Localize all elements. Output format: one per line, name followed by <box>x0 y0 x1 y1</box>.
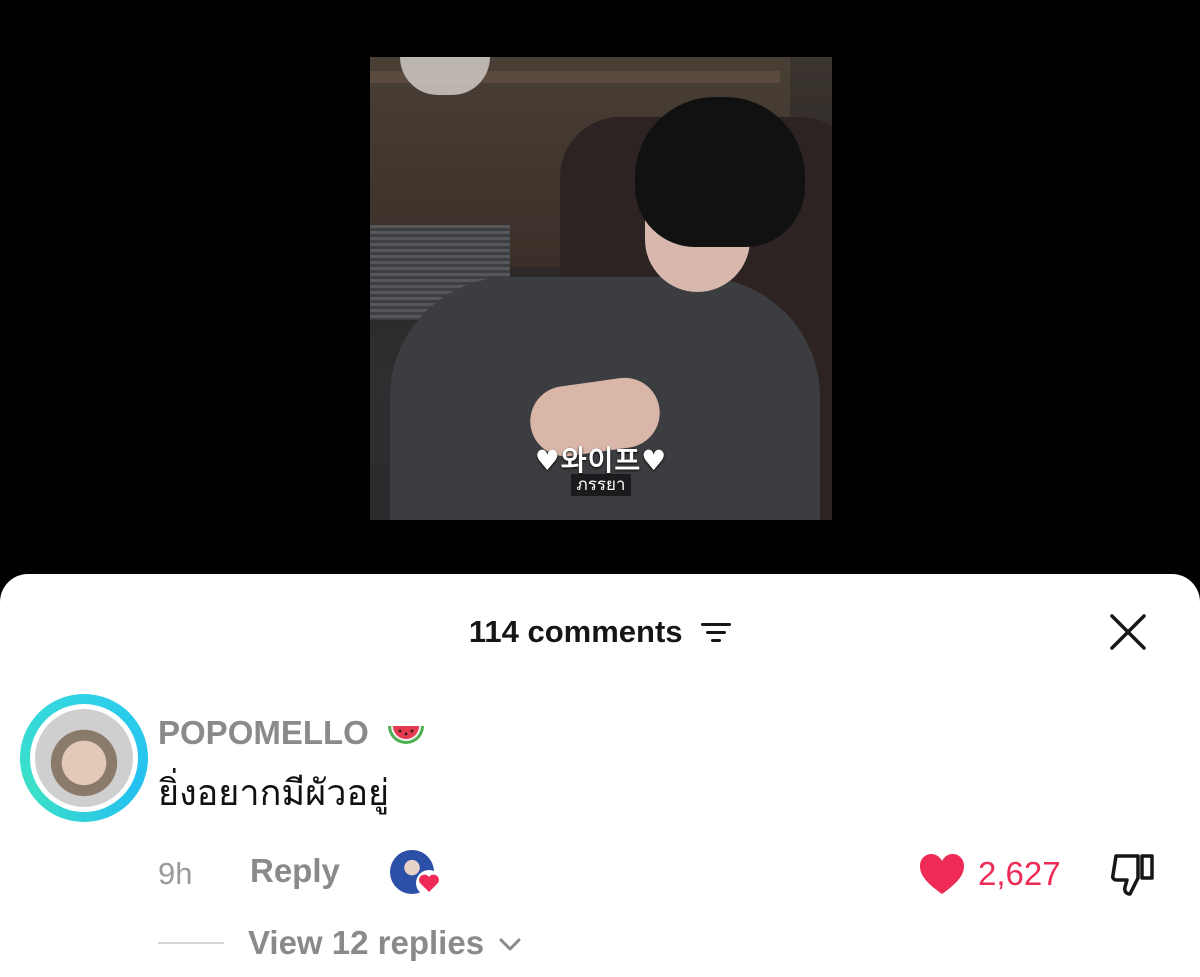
replies-divider <box>158 942 224 944</box>
comments-sheet: 114 comments POPOMELLO ยิ่งอยากมีผัวอยู่… <box>0 574 1200 977</box>
dislike-icon[interactable] <box>1108 850 1158 898</box>
username-text[interactable]: POPOMELLO <box>158 714 369 751</box>
creator-heart-icon <box>419 874 439 892</box>
like-count: 2,627 <box>978 855 1061 892</box>
comment-timestamp: 9h <box>158 856 193 891</box>
creator-liked-badge <box>390 850 444 896</box>
watermelon-icon <box>388 726 425 745</box>
view-replies-label[interactable]: View 12 replies <box>248 924 484 961</box>
comment-username[interactable]: POPOMELLO <box>158 714 426 752</box>
video-caption-thai: ภรรยา <box>370 471 832 498</box>
video-player[interactable]: ♥와이프♥ ภรรยา <box>370 57 832 520</box>
comments-header: 114 comments <box>0 612 1200 652</box>
avatar-story-ring[interactable] <box>20 694 148 822</box>
view-replies-button[interactable]: View 12 replies <box>248 924 521 962</box>
heart-icon[interactable] <box>918 852 966 896</box>
chevron-down-icon <box>499 938 521 951</box>
avatar[interactable] <box>30 704 138 812</box>
comments-count-title: 114 comments <box>468 613 683 649</box>
filter-icon[interactable] <box>701 621 732 643</box>
comment-text: ยิ่งอยากมีผัวอยู่ <box>158 773 390 814</box>
reply-button[interactable]: Reply <box>250 852 340 890</box>
video-caption-thai-text: ภรรยา <box>570 474 632 496</box>
creator-heart-icon-bg <box>416 870 442 896</box>
video-person-hair <box>635 97 805 247</box>
close-icon[interactable] <box>1108 612 1148 652</box>
